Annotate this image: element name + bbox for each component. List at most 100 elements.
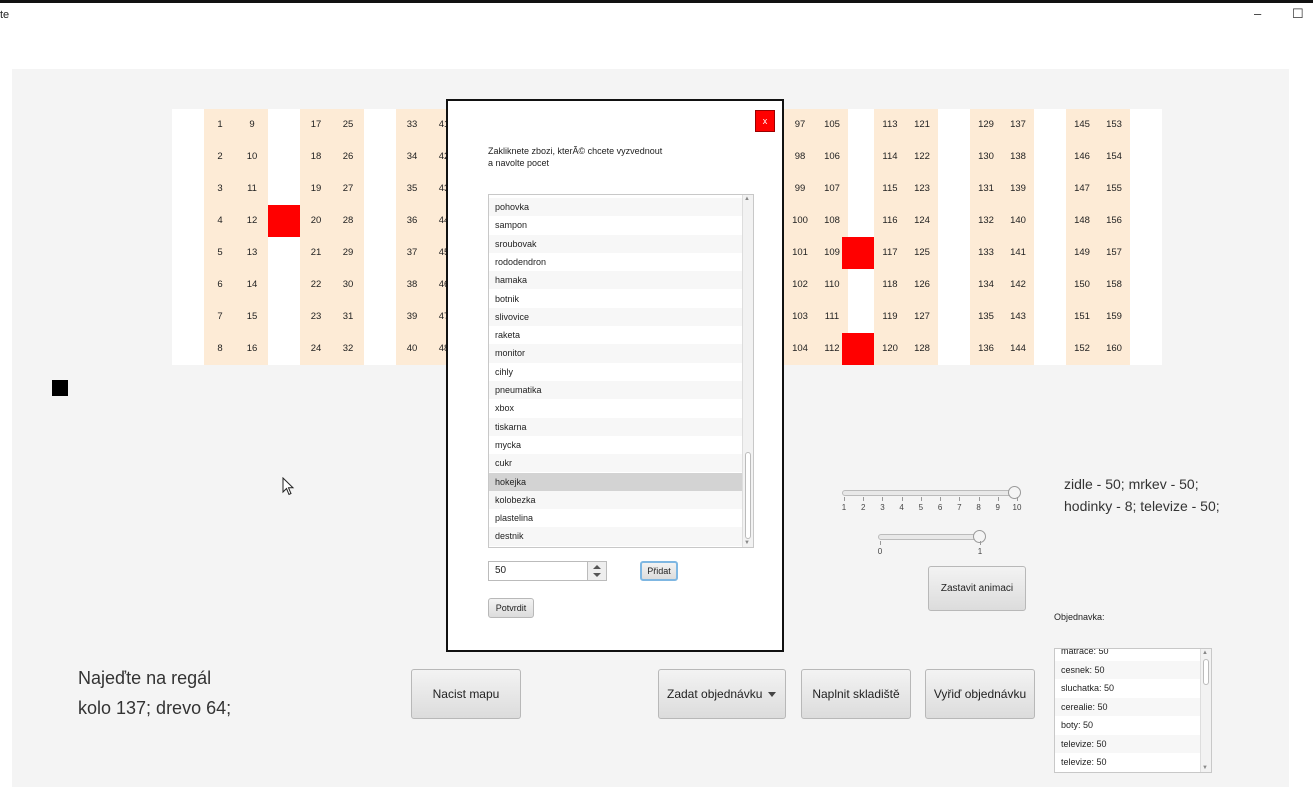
maximize-button[interactable]: ☐: [1292, 6, 1304, 22]
increment-icon[interactable]: [593, 565, 601, 569]
shelf-slot[interactable]: 129: [970, 109, 1002, 141]
order-list-item[interactable]: cerealie: 50: [1055, 697, 1201, 716]
shelf-slot[interactable]: 34: [396, 141, 428, 173]
order-list-item[interactable]: televize: 50: [1055, 734, 1201, 753]
shelf-slot[interactable]: 147: [1066, 173, 1098, 205]
shelf-slot[interactable]: 148: [1066, 205, 1098, 237]
shelf-slot[interactable]: 156: [1098, 205, 1130, 237]
shelf-slot[interactable]: 139: [1002, 173, 1034, 205]
shelf-slot[interactable]: 135: [970, 301, 1002, 333]
shelf-slot[interactable]: 8: [204, 333, 236, 365]
item-list-scrollbar[interactable]: ▲ ▼: [742, 195, 753, 547]
order-list-scrollbar[interactable]: ▲ ▼: [1200, 649, 1211, 772]
order-list-item[interactable]: sluchatka: 50: [1055, 679, 1201, 698]
list-item[interactable]: tiskarna: [489, 417, 743, 436]
shelf-slot[interactable]: 134: [970, 269, 1002, 301]
shelf-slot[interactable]: 21: [300, 237, 332, 269]
shelf-slot[interactable]: 39: [396, 301, 428, 333]
shelf-slot[interactable]: 7: [204, 301, 236, 333]
shelf-slot[interactable]: 35: [396, 173, 428, 205]
confirm-button[interactable]: Potvrdit: [488, 598, 534, 618]
shelf-slot[interactable]: 98: [784, 141, 816, 173]
shelf-slot[interactable]: 122: [906, 141, 938, 173]
shelf-slot[interactable]: 115: [874, 173, 906, 205]
shelf-slot[interactable]: 151: [1066, 301, 1098, 333]
scroll-up-icon[interactable]: ▲: [1202, 649, 1208, 657]
list-item[interactable]: pneumatika: [489, 381, 743, 400]
order-list[interactable]: matrace: 50 cesnek: 50 sluchatka: 50 cereal…: [1054, 648, 1212, 773]
shelf-slot[interactable]: 140: [1002, 205, 1034, 237]
list-item[interactable]: kolobezka: [489, 490, 743, 510]
order-list-item[interactable]: televize: 50: [1055, 753, 1201, 772]
list-item[interactable]: hamaka: [489, 271, 743, 290]
shelf-slot[interactable]: 121: [906, 109, 938, 141]
shelf-slot[interactable]: 40: [396, 333, 428, 365]
shelf-slot[interactable]: 101: [784, 237, 816, 269]
shelf-slot[interactable]: 136: [970, 333, 1002, 365]
shelf-slot[interactable]: 149: [1066, 237, 1098, 269]
quantity-spinner[interactable]: 50: [488, 561, 607, 581]
scroll-down-icon[interactable]: ▼: [744, 539, 750, 547]
shelf-slot[interactable]: 128: [906, 333, 938, 365]
shelf-slot[interactable]: 14: [236, 269, 268, 301]
list-item[interactable]: destnik: [489, 527, 743, 546]
list-item[interactable]: sampon: [489, 216, 743, 234]
shelf-slot[interactable]: 142: [1002, 269, 1034, 301]
shelf-slot[interactable]: 9: [236, 109, 268, 141]
shelf-slot[interactable]: 118: [874, 269, 906, 301]
list-item[interactable]: hokejka: [489, 472, 743, 491]
shelf-slot[interactable]: 29: [332, 237, 364, 269]
shelf-slot[interactable]: 5: [204, 237, 236, 269]
list-item[interactable]: cihly: [489, 363, 743, 381]
shelf-slot[interactable]: 153: [1098, 109, 1130, 141]
shelf-slot[interactable]: 97: [784, 109, 816, 141]
shelf-slot[interactable]: 105: [816, 109, 848, 141]
shelf-slot[interactable]: 11: [236, 173, 268, 205]
shelf-slot[interactable]: 119: [874, 301, 906, 333]
list-item[interactable]: xbox: [489, 399, 743, 417]
list-item[interactable]: sroubovak: [489, 234, 743, 253]
shelf-slot[interactable]: 143: [1002, 301, 1034, 333]
list-item[interactable]: plastelina: [489, 509, 743, 527]
list-item[interactable]: rododendron: [489, 253, 743, 271]
shelf-slot[interactable]: 18: [300, 141, 332, 173]
shelf-slot[interactable]: 30: [332, 269, 364, 301]
shelf-slot[interactable]: 38: [396, 269, 428, 301]
minimize-button[interactable]: –: [1254, 6, 1261, 22]
add-item-button[interactable]: Přidat: [640, 561, 678, 581]
shelf-slot[interactable]: 110: [816, 269, 848, 301]
shelf-slot[interactable]: 27: [332, 173, 364, 205]
shelf-slot[interactable]: 31: [332, 301, 364, 333]
shelf-slot[interactable]: 33: [396, 109, 428, 141]
shelf-slot[interactable]: 120: [874, 333, 906, 365]
decrement-icon[interactable]: [593, 573, 601, 577]
shelf-slot[interactable]: 100: [784, 205, 816, 237]
quantity-value[interactable]: 50: [495, 562, 506, 580]
shelf-slot[interactable]: 123: [906, 173, 938, 205]
shelf-slot[interactable]: 132: [970, 205, 1002, 237]
list-item[interactable]: raketa: [489, 326, 743, 344]
shelf-slot[interactable]: 17: [300, 109, 332, 141]
order-list-item[interactable]: cesnek: 50: [1055, 660, 1201, 679]
enter-order-menu-button[interactable]: Zadat objednávku: [658, 669, 786, 719]
shelf-slot[interactable]: 131: [970, 173, 1002, 205]
shelf-slot[interactable]: 10: [236, 141, 268, 173]
shelf-slot[interactable]: 16: [236, 333, 268, 365]
list-item[interactable]: botnik: [489, 290, 743, 308]
list-item[interactable]: cukr: [489, 454, 743, 473]
shelf-slot[interactable]: 25: [332, 109, 364, 141]
shelf-slot[interactable]: 103: [784, 301, 816, 333]
shelf-slot[interactable]: 111: [816, 301, 848, 333]
shelf-slot[interactable]: 145: [1066, 109, 1098, 141]
order-list-item[interactable]: boty: 50: [1055, 716, 1201, 735]
shelf-slot[interactable]: 116: [874, 205, 906, 237]
shelf-slot[interactable]: 12: [236, 205, 268, 237]
shelf-slot[interactable]: 146: [1066, 141, 1098, 173]
shelf-slot[interactable]: 117: [874, 237, 906, 269]
shelf-slot[interactable]: 107: [816, 173, 848, 205]
shelf-slot[interactable]: 160: [1098, 333, 1130, 365]
shelf-slot[interactable]: 99: [784, 173, 816, 205]
fill-warehouse-button[interactable]: Naplnit skladiště: [801, 669, 911, 719]
order-list-item[interactable]: matrace: 50: [1055, 649, 1201, 661]
spinner-buttons[interactable]: [587, 562, 606, 580]
